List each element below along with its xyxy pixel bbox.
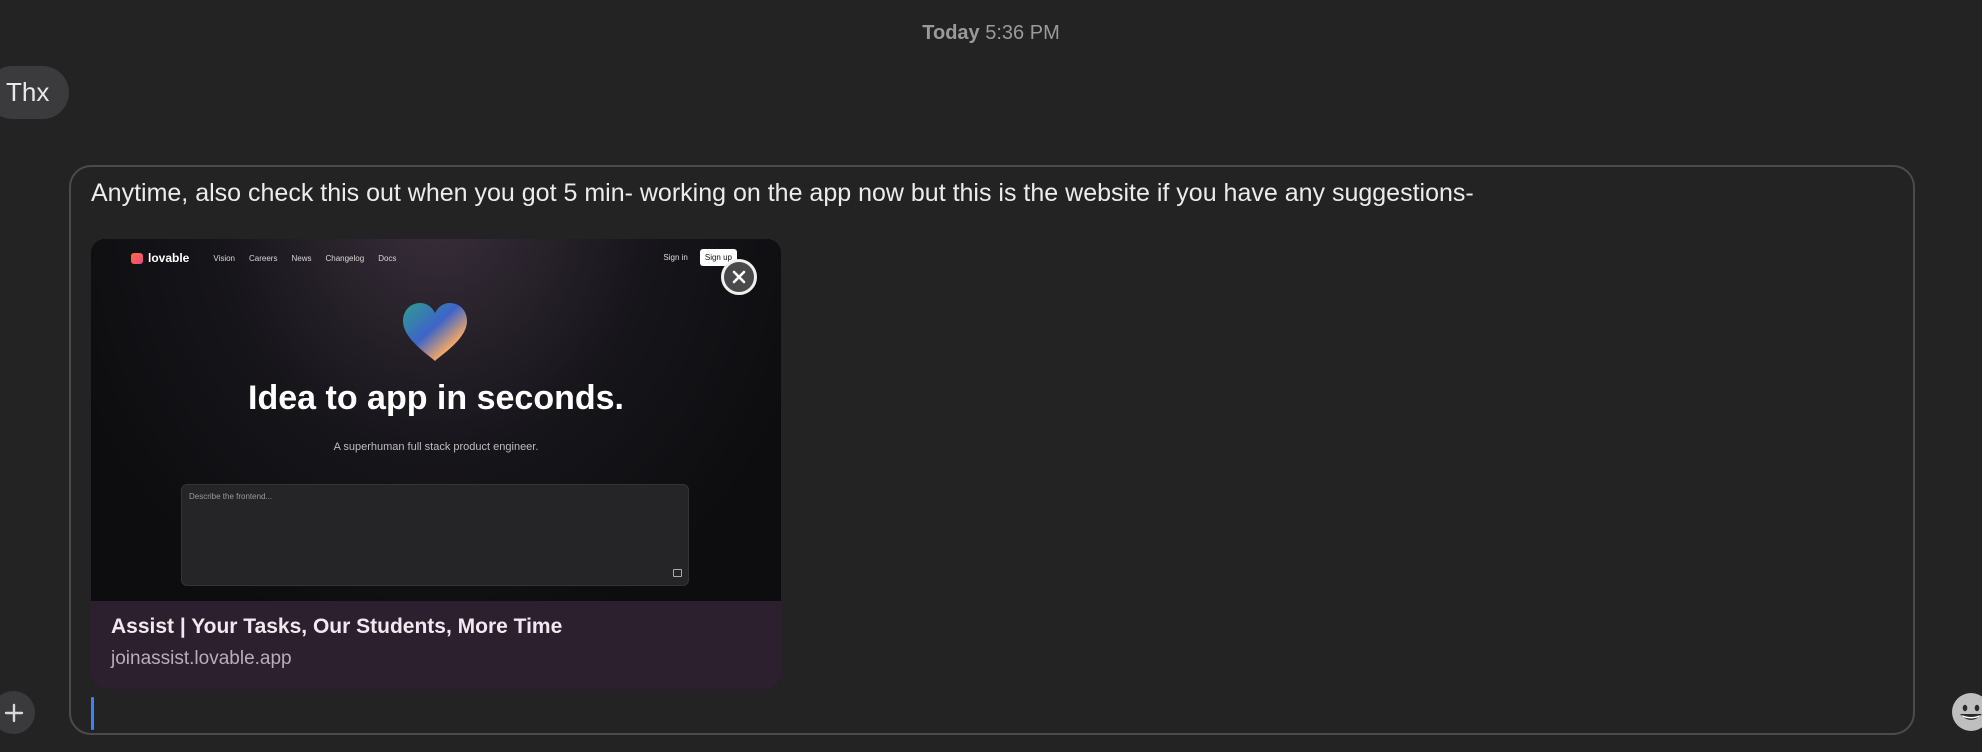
message-text: Thx — [6, 77, 50, 107]
compose-field[interactable]: Anytime, also check this out when you go… — [69, 165, 1915, 735]
text-cursor — [91, 697, 94, 730]
link-url: joinassist.lovable.app — [111, 648, 292, 669]
preview-headline: Idea to app in seconds. — [248, 379, 624, 417]
preview-logo-text: lovable — [148, 251, 190, 265]
link-title: Assist | Your Tasks, Our Students, More … — [111, 615, 563, 638]
close-icon — [732, 270, 746, 284]
preview-site-nav: lovable Vision Careers News Changelog Do… — [131, 251, 410, 265]
preview-prompt-box: Describe the frontend... — [181, 484, 689, 586]
messages-window: Today 5:36 PM Thx Anytime, also check th… — [0, 0, 1982, 752]
gradient-heart-icon — [403, 303, 467, 361]
image-attach-icon — [673, 569, 682, 577]
plus-icon — [4, 703, 23, 722]
preview-subheadline: A superhuman full stack product engineer… — [333, 441, 539, 453]
preview-nav-link: Vision — [213, 253, 236, 263]
remove-link-preview-button[interactable] — [721, 259, 757, 295]
link-preview-footer[interactable]: Assist | Your Tasks, Our Students, More … — [91, 601, 781, 689]
preview-nav-link: Docs — [378, 253, 397, 263]
preview-nav-link: Careers — [249, 253, 278, 263]
emoji-icon[interactable] — [1950, 691, 1982, 733]
preview-nav-link: Changelog — [325, 253, 365, 263]
message-timestamp: Today 5:36 PM — [0, 22, 1982, 45]
timestamp-time: 5:36 PM — [985, 22, 1060, 44]
preview-prompt-placeholder: Describe the frontend... — [189, 492, 273, 501]
link-preview-card[interactable]: lovable Vision Careers News Changelog Do… — [91, 239, 781, 689]
preview-logo: lovable — [131, 251, 189, 265]
link-preview-image: lovable Vision Careers News Changelog Do… — [91, 239, 781, 601]
preview-sign-in: Sign in — [663, 253, 688, 262]
received-message-bubble[interactable]: Thx — [0, 66, 70, 119]
preview-nav-link: News — [291, 253, 312, 263]
timestamp-day: Today — [922, 22, 980, 44]
preview-nav-links: Vision Careers News Changelog Docs — [213, 254, 410, 263]
heart-logo-icon — [131, 252, 143, 264]
add-attachment-button[interactable] — [0, 691, 35, 734]
compose-text[interactable]: Anytime, also check this out when you go… — [91, 179, 1474, 208]
